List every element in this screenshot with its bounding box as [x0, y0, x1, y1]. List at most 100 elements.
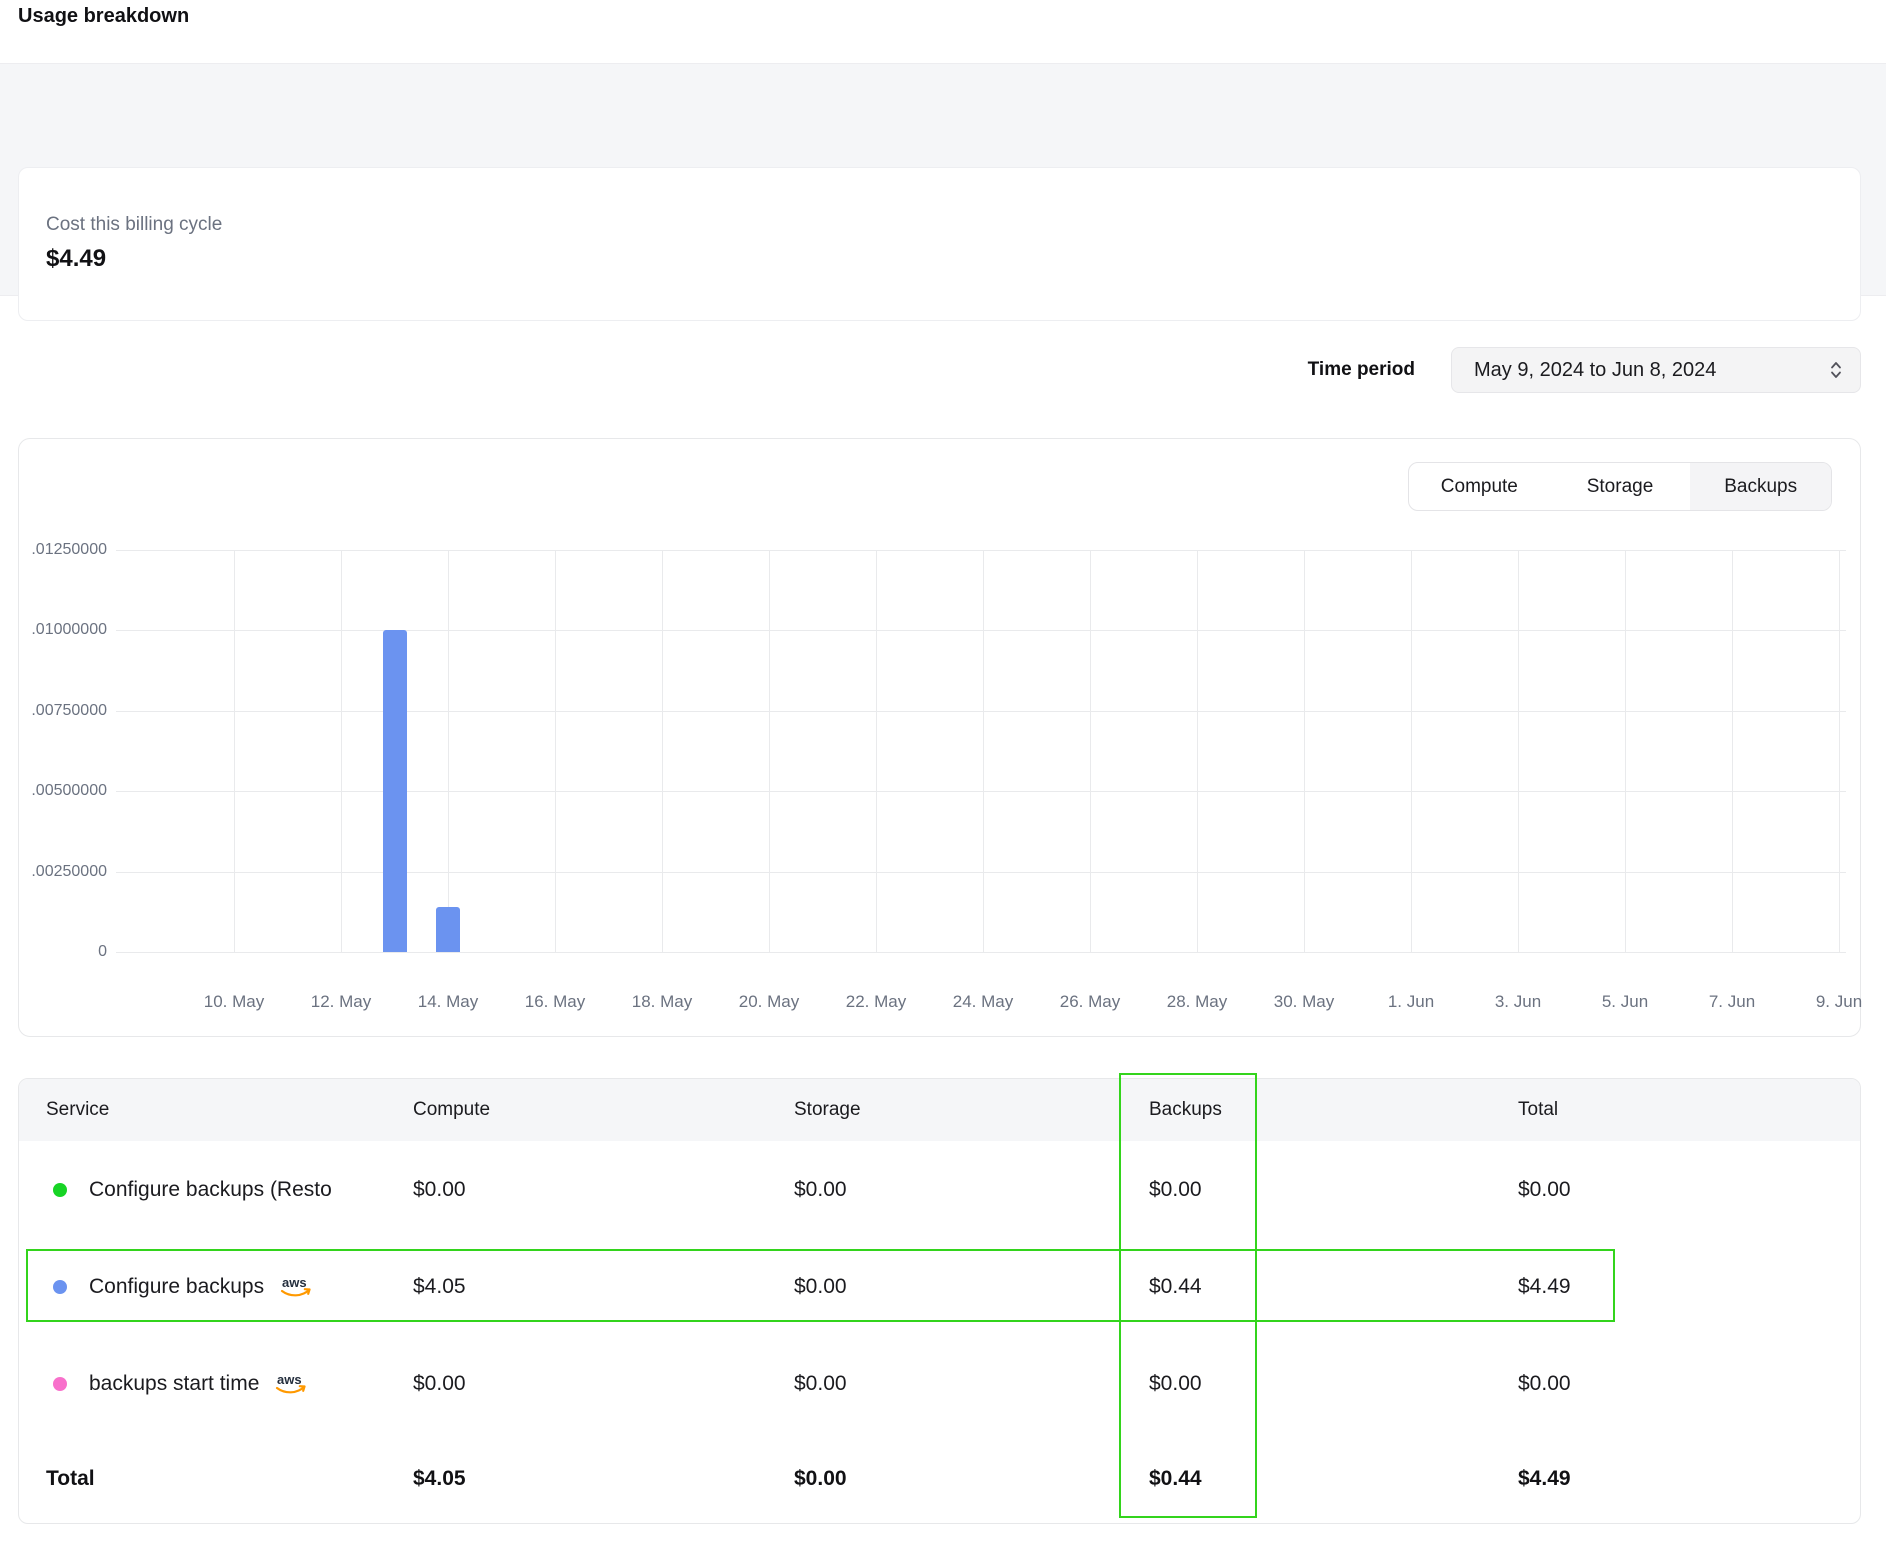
svg-text:aws: aws [277, 1372, 302, 1387]
total-value: $4.49 [1518, 1275, 1861, 1299]
aws-logo-icon: aws [273, 1371, 309, 1397]
storage-total: $0.00 [794, 1467, 1149, 1491]
x-gridline [1411, 550, 1412, 952]
y-axis-tick-label: .00750000 [19, 700, 107, 722]
table-header-row: Service Compute Storage Backups Total [19, 1079, 1860, 1141]
x-axis-tick-label: 24. May [923, 991, 1043, 1013]
column-header-service: Service [46, 1099, 413, 1121]
cost-cycle-label: Cost this billing cycle [46, 214, 1833, 236]
backups-value: $0.00 [1149, 1372, 1518, 1396]
x-axis-tick-label: 20. May [709, 991, 829, 1013]
x-axis-tick-label: 12. May [281, 991, 401, 1013]
x-axis-tick-label: 28. May [1137, 991, 1257, 1013]
x-axis-tick-label: 1. Jun [1351, 991, 1471, 1013]
service-name: backups start time [89, 1372, 259, 1396]
x-axis-tick-label: 3. Jun [1458, 991, 1578, 1013]
storage-value: $0.00 [794, 1372, 1149, 1396]
total-value: $0.00 [1518, 1178, 1861, 1202]
table-row: backups start time aws $0.00 $0.00 $0.00… [19, 1335, 1860, 1432]
compute-value: $0.00 [413, 1372, 794, 1396]
usage-table-card: Service Compute Storage Backups Total Co… [18, 1078, 1861, 1524]
compute-total: $4.05 [413, 1467, 794, 1491]
y-gridline [116, 550, 1846, 551]
x-axis-tick-label: 9. Jun [1779, 991, 1886, 1013]
x-gridline [1518, 550, 1519, 952]
usage-chart-card: .01250000 .01000000 .00750000 .00500000 .002… [18, 438, 1861, 1037]
chart-metric-tabs: Compute Storage Backups [1408, 462, 1832, 511]
usage-breakdown-page: { "page": { "title": "Usage breakdown" }… [0, 0, 1886, 1548]
column-header-storage: Storage [794, 1099, 1149, 1121]
y-axis-tick-label: .01250000 [19, 539, 107, 561]
time-period-row: Time period May 9, 2024 to Jun 8, 2024 [1308, 347, 1861, 393]
table-row: Configure backups (Resto $0.00 $0.00 $0.… [19, 1141, 1860, 1238]
x-axis-tick-label: 18. May [602, 991, 722, 1013]
x-gridline [1732, 550, 1733, 952]
x-axis-tick-label: 14. May [388, 991, 508, 1013]
cost-summary-card: Cost this billing cycle $4.49 [18, 167, 1861, 321]
summary-band: Cost this billing cycle $4.49 [0, 63, 1886, 296]
x-axis-tick-label: 16. May [495, 991, 615, 1013]
y-axis-tick-label: .00250000 [19, 861, 107, 883]
x-gridline [769, 550, 770, 952]
backups-value: $0.00 [1149, 1178, 1518, 1202]
x-gridline [876, 550, 877, 952]
aws-logo-icon: aws [278, 1274, 314, 1300]
x-gridline [555, 550, 556, 952]
total-label: Total [46, 1467, 413, 1491]
y-gridline [116, 630, 1846, 631]
series-dot-pink [53, 1377, 67, 1391]
x-axis-tick-label: 10. May [174, 991, 294, 1013]
compute-value: $0.00 [413, 1178, 794, 1202]
service-cell: backups start time aws [46, 1371, 413, 1397]
time-period-value: May 9, 2024 to Jun 8, 2024 [1474, 359, 1716, 382]
x-axis-tick-label: 5. Jun [1565, 991, 1685, 1013]
storage-value: $0.00 [794, 1178, 1149, 1202]
table-row: Configure backups aws $4.05 $0.00 $0.44 … [19, 1238, 1860, 1335]
x-gridline [1839, 550, 1840, 952]
service-name: Configure backups [89, 1275, 264, 1299]
y-axis-tick-label: 0 [19, 941, 107, 963]
column-header-backups: Backups [1149, 1099, 1518, 1121]
backups-value: $0.44 [1149, 1275, 1518, 1299]
chart-bar-14-may [436, 907, 460, 952]
page-title: Usage breakdown [18, 5, 189, 28]
tab-compute[interactable]: Compute [1409, 463, 1550, 510]
x-gridline [448, 550, 449, 952]
up-down-chevron-icon [1828, 359, 1844, 381]
tab-backups[interactable]: Backups [1690, 463, 1831, 510]
y-gridline [116, 791, 1846, 792]
bar-chart-plot: .01250000 .01000000 .00750000 .00500000 .002… [19, 439, 1860, 1036]
tab-storage[interactable]: Storage [1550, 463, 1691, 510]
service-name: Configure backups (Resto [89, 1178, 332, 1202]
y-gridline [116, 952, 1846, 953]
column-header-total: Total [1518, 1099, 1861, 1121]
grand-total: $4.49 [1518, 1467, 1861, 1491]
time-period-label: Time period [1308, 359, 1415, 381]
x-gridline [341, 550, 342, 952]
x-axis-tick-label: 26. May [1030, 991, 1150, 1013]
cost-cycle-value: $4.49 [46, 245, 1833, 273]
service-cell: Configure backups (Resto [46, 1178, 413, 1202]
y-axis-tick-label: .00500000 [19, 780, 107, 802]
x-gridline [234, 550, 235, 952]
series-dot-blue [53, 1280, 67, 1294]
x-gridline [1197, 550, 1198, 952]
x-gridline [1090, 550, 1091, 952]
total-value: $0.00 [1518, 1372, 1861, 1396]
x-axis-tick-label: 7. Jun [1672, 991, 1792, 1013]
chart-bar-13-may [383, 630, 407, 952]
svg-text:aws: aws [282, 1275, 307, 1290]
backups-total: $0.44 [1149, 1467, 1518, 1491]
storage-value: $0.00 [794, 1275, 1149, 1299]
x-axis-tick-label: 22. May [816, 991, 936, 1013]
table-total-row: Total $4.05 $0.00 $0.44 $4.49 [19, 1432, 1860, 1524]
column-header-compute: Compute [413, 1099, 794, 1121]
y-gridline [116, 872, 1846, 873]
x-gridline [662, 550, 663, 952]
time-period-select[interactable]: May 9, 2024 to Jun 8, 2024 [1451, 347, 1861, 393]
x-axis-tick-label: 30. May [1244, 991, 1364, 1013]
y-axis-tick-label: .01000000 [19, 619, 107, 641]
compute-value: $4.05 [413, 1275, 794, 1299]
y-gridline [116, 711, 1846, 712]
x-gridline [983, 550, 984, 952]
